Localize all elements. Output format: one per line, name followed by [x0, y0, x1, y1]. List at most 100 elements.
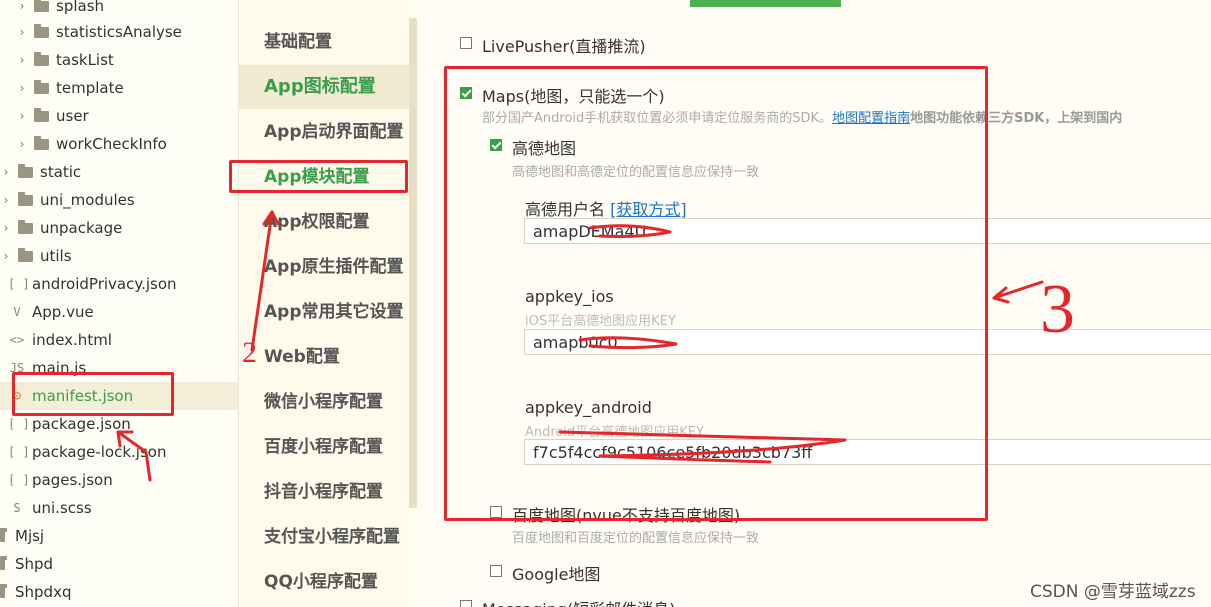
- settings-nav-item[interactable]: App原生插件配置: [239, 245, 409, 289]
- file-tree-item-label: uni.scss: [32, 499, 92, 517]
- baidu-hint: 百度地图和百度定位的配置信息应保持一致: [512, 531, 760, 546]
- settings-nav-item[interactable]: App权限配置: [239, 200, 409, 244]
- file-icon: <>: [9, 333, 25, 347]
- file-icon: [ ]: [8, 445, 30, 459]
- nav-scrollbar[interactable]: [409, 18, 417, 508]
- appkey-android-input[interactable]: [524, 439, 1211, 465]
- file-tree-item[interactable]: › splash: [0, 0, 238, 20]
- file-tree-item[interactable]: Suni.scss: [0, 494, 238, 522]
- google-checkbox[interactable]: [490, 565, 502, 577]
- settings-nav-item[interactable]: 基础配置: [239, 20, 409, 64]
- chevron-right-icon[interactable]: ›: [16, 0, 28, 13]
- file-tree-item[interactable]: [ ] package-lock.json: [0, 438, 238, 466]
- baidu-label: 百度地图(nvue不支持百度地图): [512, 506, 741, 525]
- chevron-right-icon[interactable]: ›: [16, 81, 28, 95]
- amap-checkbox[interactable]: [490, 139, 502, 151]
- amap-username-text: 高德用户名: [525, 200, 606, 219]
- folder-icon: [18, 163, 33, 178]
- chevron-right-icon[interactable]: ›: [0, 165, 12, 179]
- folder-icon: [34, 51, 49, 66]
- settings-nav-item[interactable]: QQ小程序配置: [239, 560, 409, 604]
- file-tree-item[interactable]: Shpdxq: [0, 578, 238, 606]
- file-tree-item[interactable]: › uni_modules: [0, 186, 238, 214]
- folder-icon: [34, 0, 49, 12]
- livepusher-label: LivePusher(直播推流): [482, 37, 646, 56]
- file-tree-item-label: user: [56, 107, 89, 125]
- appkey-android-hint: Android平台高德地图应用KEY: [525, 425, 704, 440]
- file-tree-item[interactable]: › unpackage: [0, 214, 238, 242]
- folder-icon: [18, 219, 33, 234]
- maps-checkbox[interactable]: [460, 87, 472, 99]
- settings-nav-item[interactable]: 微信小程序配置: [239, 380, 409, 424]
- chevron-right-icon[interactable]: ›: [0, 221, 12, 235]
- file-tree-item-label: splash: [56, 0, 105, 15]
- file-tree-item-label: unpackage: [40, 219, 123, 237]
- folder-icon: [34, 79, 49, 94]
- folder-icon: [34, 23, 49, 38]
- amap-hint: 高德地图和高德定位的配置信息应保持一致: [512, 165, 760, 180]
- chevron-right-icon[interactable]: ›: [0, 249, 12, 263]
- file-tree-item-label: static: [40, 163, 82, 181]
- file-icon: [ ]: [8, 417, 30, 431]
- file-tree-item[interactable]: › taskList: [0, 46, 238, 74]
- file-icon: V: [13, 305, 21, 319]
- messaging-checkbox[interactable]: [460, 600, 472, 607]
- file-tree-item[interactable]: [ ] androidPrivacy.json: [0, 270, 238, 298]
- file-tree-item[interactable]: ⚙ manifest.json: [0, 382, 238, 410]
- file-tree-item-label: statisticsAnalyse: [56, 23, 182, 41]
- file-tree-item-label: Shpdxq: [15, 583, 72, 601]
- settings-nav-item[interactable]: App图标配置: [239, 65, 409, 109]
- amap-username-input[interactable]: [524, 218, 1211, 244]
- file-tree-item[interactable]: › workCheckInfo: [0, 130, 238, 158]
- google-label: Google地图: [512, 565, 601, 584]
- file-tree-item[interactable]: Mjsj: [0, 522, 238, 550]
- file-tree-item[interactable]: <> index.html: [0, 326, 238, 354]
- file-tree-item[interactable]: › user: [0, 102, 238, 130]
- file-tree-item[interactable]: [ ] package.json: [0, 410, 238, 438]
- file-tree-item[interactable]: › static: [0, 158, 238, 186]
- appkey-android-label: appkey_android: [525, 398, 652, 417]
- file-tree-item-label: App.vue: [32, 303, 94, 321]
- settings-nav-item[interactable]: App启动界面配置: [239, 110, 409, 154]
- maps-hint: 部分国产Android手机获取位置必须申请定位服务商的SDK。地图配置指南地图功…: [482, 107, 1122, 126]
- file-tree-item-label: uni_modules: [40, 191, 135, 209]
- map-config-guide-link[interactable]: 地图配置指南: [832, 111, 910, 126]
- settings-nav-item[interactable]: App常用其它设置: [239, 290, 409, 334]
- file-explorer: › splash › statisticsAnalyse › taskList › templ…: [0, 0, 239, 607]
- file-tree-item[interactable]: Shpd: [0, 550, 238, 578]
- file-tree-item[interactable]: [ ] pages.json: [0, 466, 238, 494]
- maps-hint-text: 部分国产Android手机获取位置必须申请定位服务商的SDK。: [482, 111, 833, 126]
- folder-icon: [34, 135, 49, 150]
- file-tree-item-label: utils: [40, 247, 72, 265]
- settings-nav-item[interactable]: 抖音小程序配置: [239, 470, 409, 514]
- top-action-button[interactable]: [690, 0, 841, 7]
- settings-nav-item[interactable]: 百度小程序配置: [239, 425, 409, 469]
- folder-icon: [18, 247, 33, 262]
- project-icon: [0, 527, 7, 542]
- folder-icon: [34, 107, 49, 122]
- file-tree-item-label: package.json: [32, 415, 131, 433]
- manifest-settings-nav: 基础配置 App图标配置 App启动界面配置 App模块配置 App权限配置 App原生插…: [239, 0, 409, 607]
- file-icon: ⚙: [12, 388, 22, 404]
- file-tree-item[interactable]: › statisticsAnalyse: [0, 18, 238, 46]
- settings-nav-item[interactable]: App模块配置: [239, 155, 409, 199]
- file-tree-item-label: Mjsj: [15, 527, 45, 545]
- maps-label: Maps(地图，只能选一个): [482, 87, 665, 106]
- chevron-right-icon[interactable]: ›: [16, 137, 28, 151]
- file-tree-item[interactable]: V App.vue: [0, 298, 238, 326]
- chevron-right-icon[interactable]: ›: [0, 193, 12, 207]
- file-tree-item[interactable]: › utils: [0, 242, 238, 270]
- file-tree-item-label: package-lock.json: [32, 443, 167, 461]
- file-tree-item[interactable]: › template: [0, 74, 238, 102]
- chevron-right-icon[interactable]: ›: [16, 53, 28, 67]
- chevron-right-icon[interactable]: ›: [16, 109, 28, 123]
- file-tree-item[interactable]: JS main.js: [0, 354, 238, 382]
- chevron-right-icon[interactable]: ›: [16, 25, 28, 39]
- baidu-checkbox[interactable]: [490, 506, 502, 518]
- file-tree-item-label: manifest.json: [32, 387, 134, 405]
- livepusher-checkbox[interactable]: [460, 37, 472, 49]
- appkey-ios-input[interactable]: [524, 329, 1211, 355]
- settings-nav-item[interactable]: 支付宝小程序配置: [239, 515, 409, 559]
- amap-get-method-link[interactable]: [获取方式]: [610, 200, 687, 219]
- settings-nav-item[interactable]: Web配置: [239, 335, 409, 379]
